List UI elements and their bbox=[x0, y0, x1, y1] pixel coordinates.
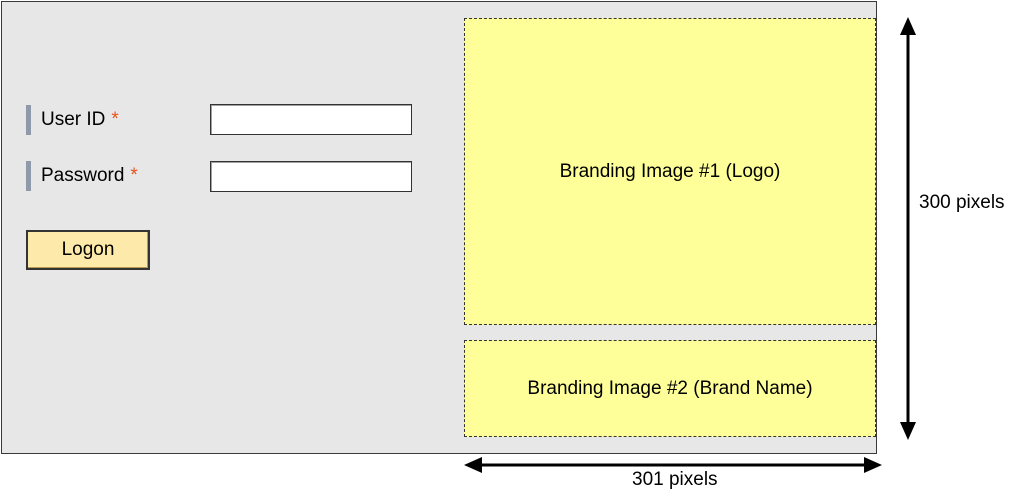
branding-brand-name-placeholder: Branding Image #2 (Brand Name) bbox=[464, 340, 876, 437]
required-marker: * bbox=[130, 165, 138, 186]
password-label-group: Password * bbox=[41, 164, 138, 188]
double-headed-vertical-arrow-icon bbox=[900, 17, 916, 440]
width-dimension-label: 301 pixels bbox=[632, 469, 718, 490]
password-field[interactable] bbox=[210, 161, 412, 192]
user-id-label-group: User ID * bbox=[41, 108, 119, 132]
logon-button[interactable]: Logon bbox=[26, 230, 150, 270]
height-dimension-label: 300 pixels bbox=[919, 192, 1005, 213]
user-id-label: User ID bbox=[41, 109, 106, 130]
user-id-field[interactable] bbox=[210, 104, 412, 135]
branding-brand-name-label: Branding Image #2 (Brand Name) bbox=[527, 377, 813, 399]
label-marker bbox=[26, 105, 31, 135]
branding-logo-placeholder: Branding Image #1 (Logo) bbox=[464, 18, 876, 325]
required-marker: * bbox=[111, 109, 119, 130]
branding-logo-label: Branding Image #1 (Logo) bbox=[559, 160, 781, 182]
password-label: Password bbox=[41, 165, 125, 186]
label-marker bbox=[26, 161, 31, 191]
